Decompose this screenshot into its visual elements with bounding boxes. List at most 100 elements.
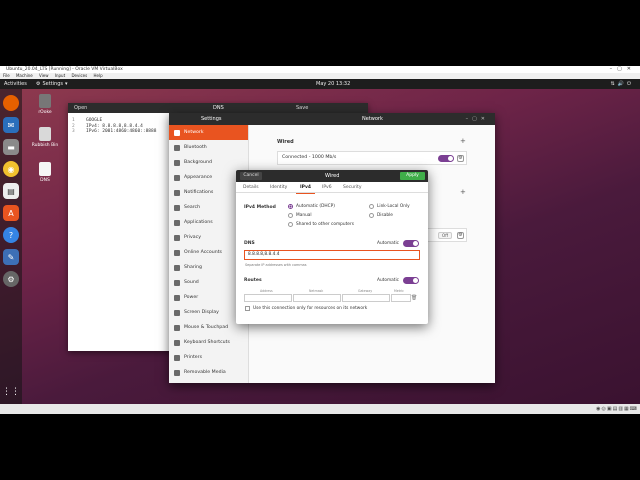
trash-icon[interactable]: 🗑	[411, 295, 417, 301]
letterbox-bottom	[0, 414, 640, 480]
rhythmbox-icon[interactable]: ◉	[3, 161, 19, 177]
dns-label: DNS	[244, 241, 255, 246]
checkbox-box	[245, 306, 250, 311]
desktop-icon-home[interactable]: rOoke	[30, 94, 60, 115]
sidebar-item-icon	[174, 309, 180, 316]
only-resources-checkbox[interactable]: Use this connection only for resources o…	[245, 306, 367, 311]
sidebar-item-icon	[174, 354, 180, 361]
editor-title: DNS	[213, 105, 224, 111]
sidebar-item-removable-media[interactable]: Removable Media	[169, 365, 248, 380]
settings-icon[interactable]: ⚙	[3, 271, 19, 287]
sidebar-item-label: Keyboard Shortcuts	[184, 340, 230, 345]
sidebar-item-icon	[174, 324, 180, 331]
col-address: Address	[260, 289, 273, 293]
sidebar-item-bluetooth[interactable]: Bluetooth	[169, 140, 248, 155]
sidebar-item-icon	[174, 294, 180, 301]
wired-dialog: Cancel Wired Apply Details Identity IPv4…	[236, 170, 428, 324]
sidebar-item-icon	[174, 174, 180, 181]
gear-icon[interactable]: ⚙	[457, 155, 464, 162]
sidebar-item-icon	[174, 144, 180, 151]
radio-link-local[interactable]: Link-Local Only	[369, 204, 410, 209]
apply-button[interactable]: Apply	[400, 172, 425, 180]
sidebar-item-keyboard-shortcuts[interactable]: Keyboard Shortcuts	[169, 335, 248, 350]
sidebar-item-network[interactable]: Network	[169, 125, 248, 140]
panel-title: Network	[362, 116, 383, 122]
wired-toggle[interactable]	[438, 155, 454, 162]
help-icon[interactable]: ?	[3, 227, 19, 243]
route-metric-input[interactable]	[391, 294, 411, 302]
radio-automatic-dhcp[interactable]: Automatic (DHCP)	[288, 204, 335, 209]
menu-view[interactable]: View	[39, 73, 49, 78]
col-metric: Metric	[394, 289, 404, 293]
software-icon[interactable]: A	[3, 205, 19, 221]
sidebar-item-label: Sharing	[184, 265, 202, 270]
sidebar-item-label: Network	[184, 130, 204, 135]
radio-disable[interactable]: Disable	[369, 213, 393, 218]
sidebar-item-label: Bluetooth	[184, 145, 207, 150]
vbox-status-icons[interactable]: ◉◎▣▤▥▦⌨	[596, 406, 638, 412]
vbox-title: Ubuntu_20.04_LTS [Running] - Oracle VM V…	[6, 67, 123, 72]
tab-security[interactable]: Security	[343, 185, 361, 190]
settings-title: Settings	[201, 116, 222, 122]
gear-icon[interactable]: ⚙	[457, 232, 464, 239]
proxy-status: Off	[438, 232, 452, 239]
cancel-button[interactable]: Cancel	[240, 172, 262, 180]
add-connection-icon[interactable]: +	[460, 137, 466, 145]
editor-headerbar: Open DNS Save	[68, 103, 368, 113]
window-controls[interactable]: –▢✕	[610, 66, 636, 73]
dns-automatic-toggle[interactable]	[403, 240, 419, 247]
tab-ipv6[interactable]: IPv6	[322, 185, 332, 190]
system-tray-icons[interactable]: ⇅🔊⏻	[611, 79, 634, 89]
tab-identity[interactable]: Identity	[270, 185, 287, 190]
tab-ipv4[interactable]: IPv4	[295, 185, 316, 194]
radio-dot	[288, 213, 293, 218]
sidebar-item-printers[interactable]: Printers	[169, 350, 248, 365]
radio-shared[interactable]: Shared to other computers	[288, 222, 354, 227]
window-controls[interactable]: –▢✕	[466, 113, 489, 125]
menu-devices[interactable]: Devices	[71, 73, 87, 78]
route-gateway-input[interactable]	[342, 294, 390, 302]
radio-dot	[288, 204, 293, 209]
add-vpn-icon[interactable]: +	[460, 188, 466, 196]
firefox-icon[interactable]	[3, 95, 19, 111]
dialog-headerbar: Cancel Wired Apply	[236, 170, 428, 182]
vbox-statusbar: ◉◎▣▤▥▦⌨	[0, 404, 640, 414]
sidebar-item-label: Notifications	[184, 190, 214, 195]
dns-automatic-label: Automatic	[377, 241, 400, 246]
routes-automatic-toggle[interactable]	[403, 277, 419, 284]
show-apps-icon[interactable]: ⋮⋮	[2, 384, 20, 400]
menu-file[interactable]: File	[3, 73, 10, 78]
dns-input[interactable]: 8.8.8.8,8.8.4.4	[244, 250, 420, 260]
desktop-icon-dns[interactable]: DNS	[30, 162, 60, 183]
app-menu-label: Settings	[42, 81, 63, 87]
app-menu[interactable]: ⚙ Settings ▾	[36, 79, 68, 89]
sidebar-item-label: Appearance	[184, 175, 213, 180]
sidebar-item-icon	[174, 189, 180, 196]
sidebar-item-icon	[174, 339, 180, 346]
col-netmask: Netmask	[309, 289, 324, 293]
clock[interactable]: May 20 13:32	[316, 79, 350, 89]
menu-help[interactable]: Help	[93, 73, 102, 78]
route-address-input[interactable]	[244, 294, 292, 302]
tab-details[interactable]: Details	[243, 185, 259, 190]
sidebar-item-background[interactable]: Background	[169, 155, 248, 170]
menu-input[interactable]: Input	[55, 73, 65, 78]
files-icon[interactable]: ▬	[3, 139, 19, 155]
sidebar-item-label: Sound	[184, 280, 199, 285]
desktop-icon-label: DNS	[40, 178, 50, 183]
open-button[interactable]: Open	[74, 103, 87, 113]
route-netmask-input[interactable]	[293, 294, 341, 302]
home-folder-icon	[39, 94, 51, 108]
menu-machine[interactable]: Machine	[16, 73, 33, 78]
writer-icon[interactable]: ▤	[3, 183, 19, 199]
text-editor-icon[interactable]: ✎	[3, 249, 19, 265]
desktop-icon-trash[interactable]: Rubbish Bin	[30, 127, 60, 148]
routes-automatic-label: Automatic	[377, 278, 400, 283]
radio-manual[interactable]: Manual	[288, 213, 312, 218]
sidebar-item-label: Removable Media	[184, 370, 226, 375]
save-button[interactable]: Save	[296, 103, 308, 113]
sidebar-item-label: Search	[184, 205, 201, 210]
thunderbird-icon[interactable]: ✉	[3, 117, 19, 133]
activities-button[interactable]: Activities	[4, 79, 27, 89]
sidebar-item-icon	[174, 279, 180, 286]
